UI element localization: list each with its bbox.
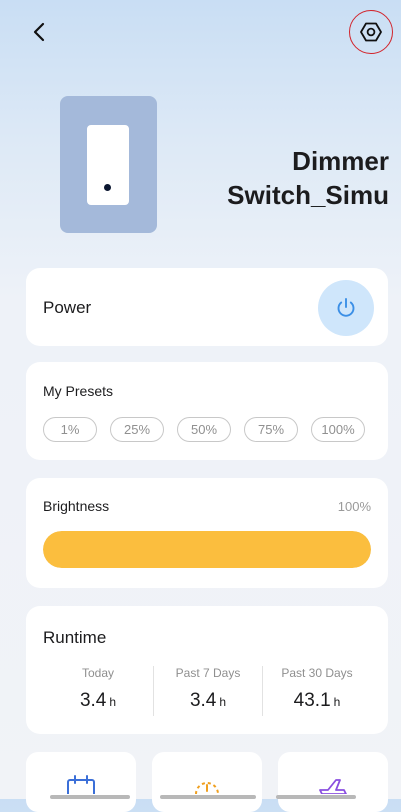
preset-75[interactable]: 75% — [244, 417, 298, 442]
runtime-today-label: Today — [81, 666, 115, 680]
presets-title: My Presets — [43, 383, 114, 399]
runtime-7days-label: Past 7 Days — [175, 666, 241, 680]
brightness-title: Brightness — [43, 498, 110, 514]
scroll-indicator — [276, 795, 356, 799]
schedule-tile[interactable] — [26, 752, 136, 812]
settings-button[interactable] — [359, 20, 383, 44]
indicator-dot — [104, 184, 111, 191]
presets-row: 1% 25% 50% 75% 100% — [43, 417, 365, 442]
runtime-30days-label: Past 30 Days — [281, 666, 353, 680]
switch-plate — [87, 125, 129, 205]
device-image — [60, 96, 157, 233]
runtime-today: Today 3.4 h — [43, 666, 153, 712]
runtime-today-value: 3.4 — [79, 690, 107, 711]
chevron-left-icon — [33, 22, 45, 42]
runtime-30days-unit: h — [333, 695, 341, 709]
preset-100[interactable]: 100% — [311, 417, 365, 442]
power-card: Power — [26, 268, 388, 346]
away-mode-plane-icon — [319, 779, 347, 794]
runtime-7days-value: 3.4 — [189, 690, 217, 711]
runtime-today-unit: h — [109, 695, 117, 709]
timer-gauge-icon — [195, 782, 219, 794]
brightness-slider-fill — [43, 531, 371, 568]
runtime-30days-value: 43.1 — [293, 690, 331, 711]
runtime-7days: Past 7 Days 3.4 h — [153, 666, 263, 712]
preset-25[interactable]: 25% — [110, 417, 164, 442]
power-label: Power — [43, 298, 92, 317]
runtime-7days-unit: h — [219, 695, 227, 709]
runtime-30days: Past 30 Days 43.1 h — [262, 666, 372, 712]
runtime-card: Runtime Today 3.4 h Past 7 Days 3.4 h Past… — [26, 606, 388, 734]
scroll-indicator — [160, 795, 256, 799]
back-button[interactable] — [28, 20, 52, 44]
power-icon — [337, 298, 355, 317]
timer-tile[interactable] — [152, 752, 262, 812]
preset-50[interactable]: 50% — [177, 417, 231, 442]
scroll-indicator — [50, 795, 130, 799]
away-mode-tile[interactable] — [278, 752, 388, 812]
brightness-card: Brightness 100% — [26, 478, 388, 588]
brightness-slider[interactable] — [43, 531, 371, 568]
brightness-value: 100% — [337, 499, 371, 514]
power-button[interactable] — [318, 280, 374, 336]
schedule-icon — [67, 775, 95, 794]
runtime-title: Runtime — [43, 628, 107, 647]
preset-1[interactable]: 1% — [43, 417, 97, 442]
hexagon-settings-icon — [360, 22, 382, 42]
device-name: Dimmer Switch_Simu — [227, 146, 389, 210]
presets-card: My Presets 1% 25% 50% 75% 100% — [26, 362, 388, 460]
